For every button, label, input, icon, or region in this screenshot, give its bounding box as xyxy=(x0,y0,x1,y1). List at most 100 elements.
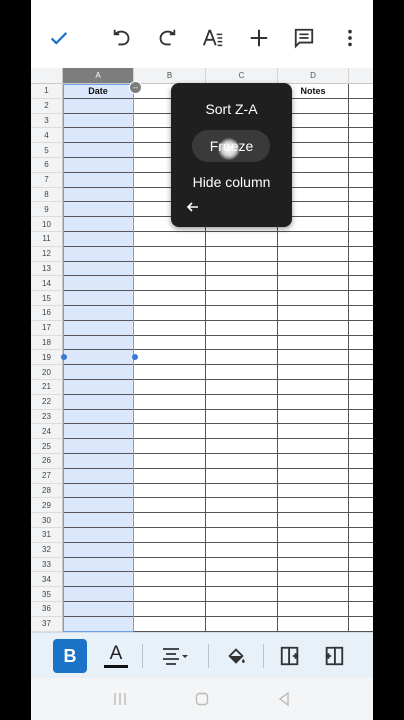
table-cell[interactable] xyxy=(134,572,206,588)
table-cell[interactable] xyxy=(63,542,134,558)
check-icon[interactable] xyxy=(43,22,75,54)
column-header-c[interactable]: C xyxy=(206,68,278,84)
table-cell[interactable] xyxy=(278,320,349,336)
table-cell[interactable] xyxy=(63,483,134,499)
table-cell[interactable] xyxy=(63,291,134,306)
table-cell[interactable] xyxy=(349,336,373,351)
row-number[interactable]: 22 xyxy=(31,394,63,410)
row-number[interactable]: 35 xyxy=(31,587,63,602)
table-cell[interactable] xyxy=(349,114,373,129)
table-cell[interactable] xyxy=(134,513,206,528)
table-cell[interactable] xyxy=(63,187,134,203)
table-cell[interactable] xyxy=(63,365,134,380)
table-cell[interactable] xyxy=(278,587,349,602)
table-cell[interactable] xyxy=(63,528,134,543)
row-number[interactable]: 10 xyxy=(31,217,63,232)
table-cell[interactable] xyxy=(206,365,278,380)
row-number[interactable]: 11 xyxy=(31,232,63,247)
table-cell[interactable] xyxy=(63,454,134,469)
row-number[interactable]: 16 xyxy=(31,306,63,321)
table-cell[interactable] xyxy=(349,321,373,336)
table-cell[interactable] xyxy=(349,188,373,203)
table-cell[interactable] xyxy=(349,469,373,484)
table-cell[interactable] xyxy=(349,350,373,366)
table-cell[interactable] xyxy=(134,409,206,425)
table-cell[interactable] xyxy=(349,158,373,173)
table-cell[interactable] xyxy=(206,439,278,454)
table-cell[interactable] xyxy=(63,602,134,617)
table-cell[interactable] xyxy=(206,557,278,573)
table-cell[interactable] xyxy=(278,616,349,632)
table-cell[interactable] xyxy=(206,468,278,484)
menu-item-freeze[interactable]: Freeze xyxy=(171,138,292,154)
table-cell[interactable] xyxy=(349,617,373,632)
table-cell[interactable] xyxy=(206,350,278,366)
table-cell[interactable] xyxy=(349,380,373,395)
table-cell[interactable] xyxy=(349,143,373,158)
table-cell[interactable] xyxy=(63,513,134,528)
redo-icon[interactable] xyxy=(151,22,183,54)
column-header-b[interactable]: B xyxy=(134,68,206,84)
table-cell[interactable] xyxy=(63,587,134,602)
table-cell[interactable] xyxy=(278,291,349,306)
table-cell[interactable] xyxy=(349,365,373,380)
table-cell[interactable] xyxy=(134,246,206,262)
table-cell[interactable] xyxy=(63,424,134,440)
row-number[interactable]: 2 xyxy=(31,98,63,114)
table-cell[interactable] xyxy=(349,558,373,573)
table-cell[interactable] xyxy=(134,587,206,602)
table-cell[interactable] xyxy=(206,320,278,336)
table-cell[interactable] xyxy=(206,454,278,469)
column-header-partial[interactable] xyxy=(349,68,373,84)
fill-color-icon[interactable] xyxy=(221,639,251,673)
table-cell[interactable] xyxy=(63,217,134,232)
table-cell[interactable] xyxy=(134,483,206,499)
table-cell[interactable] xyxy=(349,454,373,469)
table-cell[interactable] xyxy=(63,113,134,129)
undo-icon[interactable] xyxy=(106,22,138,54)
table-cell[interactable] xyxy=(206,498,278,514)
row-number[interactable]: 21 xyxy=(31,380,63,395)
table-cell[interactable] xyxy=(63,172,134,188)
table-cell[interactable] xyxy=(278,454,349,469)
table-cell[interactable] xyxy=(278,350,349,366)
table-cell[interactable] xyxy=(278,468,349,484)
table-cell[interactable] xyxy=(134,602,206,617)
table-cell[interactable] xyxy=(349,410,373,425)
column-header-a[interactable]: A xyxy=(63,68,134,84)
table-cell[interactable] xyxy=(63,498,134,514)
table-cell[interactable] xyxy=(206,513,278,528)
row-number[interactable]: 23 xyxy=(31,409,63,425)
table-cell[interactable] xyxy=(349,291,373,306)
row-number[interactable]: 36 xyxy=(31,602,63,617)
table-cell[interactable] xyxy=(349,395,373,410)
table-cell[interactable] xyxy=(63,439,134,454)
table-cell[interactable] xyxy=(134,380,206,395)
row-number[interactable]: 8 xyxy=(31,187,63,203)
row-number[interactable]: 24 xyxy=(31,424,63,440)
table-cell[interactable] xyxy=(349,306,373,321)
table-cell[interactable] xyxy=(206,276,278,292)
table-cell[interactable] xyxy=(278,513,349,528)
table-cell[interactable] xyxy=(206,232,278,247)
row-number[interactable]: 7 xyxy=(31,172,63,188)
table-cell[interactable] xyxy=(278,246,349,262)
table-cell[interactable] xyxy=(134,616,206,632)
table-cell[interactable] xyxy=(206,380,278,395)
table-cell[interactable] xyxy=(63,306,134,321)
row-number[interactable]: 12 xyxy=(31,246,63,262)
table-cell[interactable] xyxy=(278,365,349,380)
table-cell[interactable] xyxy=(63,557,134,573)
table-cell[interactable] xyxy=(63,572,134,588)
table-cell[interactable] xyxy=(134,542,206,558)
table-cell[interactable] xyxy=(206,306,278,321)
table-cell[interactable] xyxy=(134,528,206,543)
select-all-corner[interactable] xyxy=(31,68,63,84)
column-resize-handle[interactable]: ↔ xyxy=(129,81,142,94)
table-cell[interactable] xyxy=(278,306,349,321)
table-cell[interactable] xyxy=(206,335,278,351)
table-cell[interactable] xyxy=(206,602,278,617)
table-cell[interactable] xyxy=(349,99,373,114)
table-cell[interactable] xyxy=(134,320,206,336)
insert-column-right-icon[interactable] xyxy=(319,639,349,673)
